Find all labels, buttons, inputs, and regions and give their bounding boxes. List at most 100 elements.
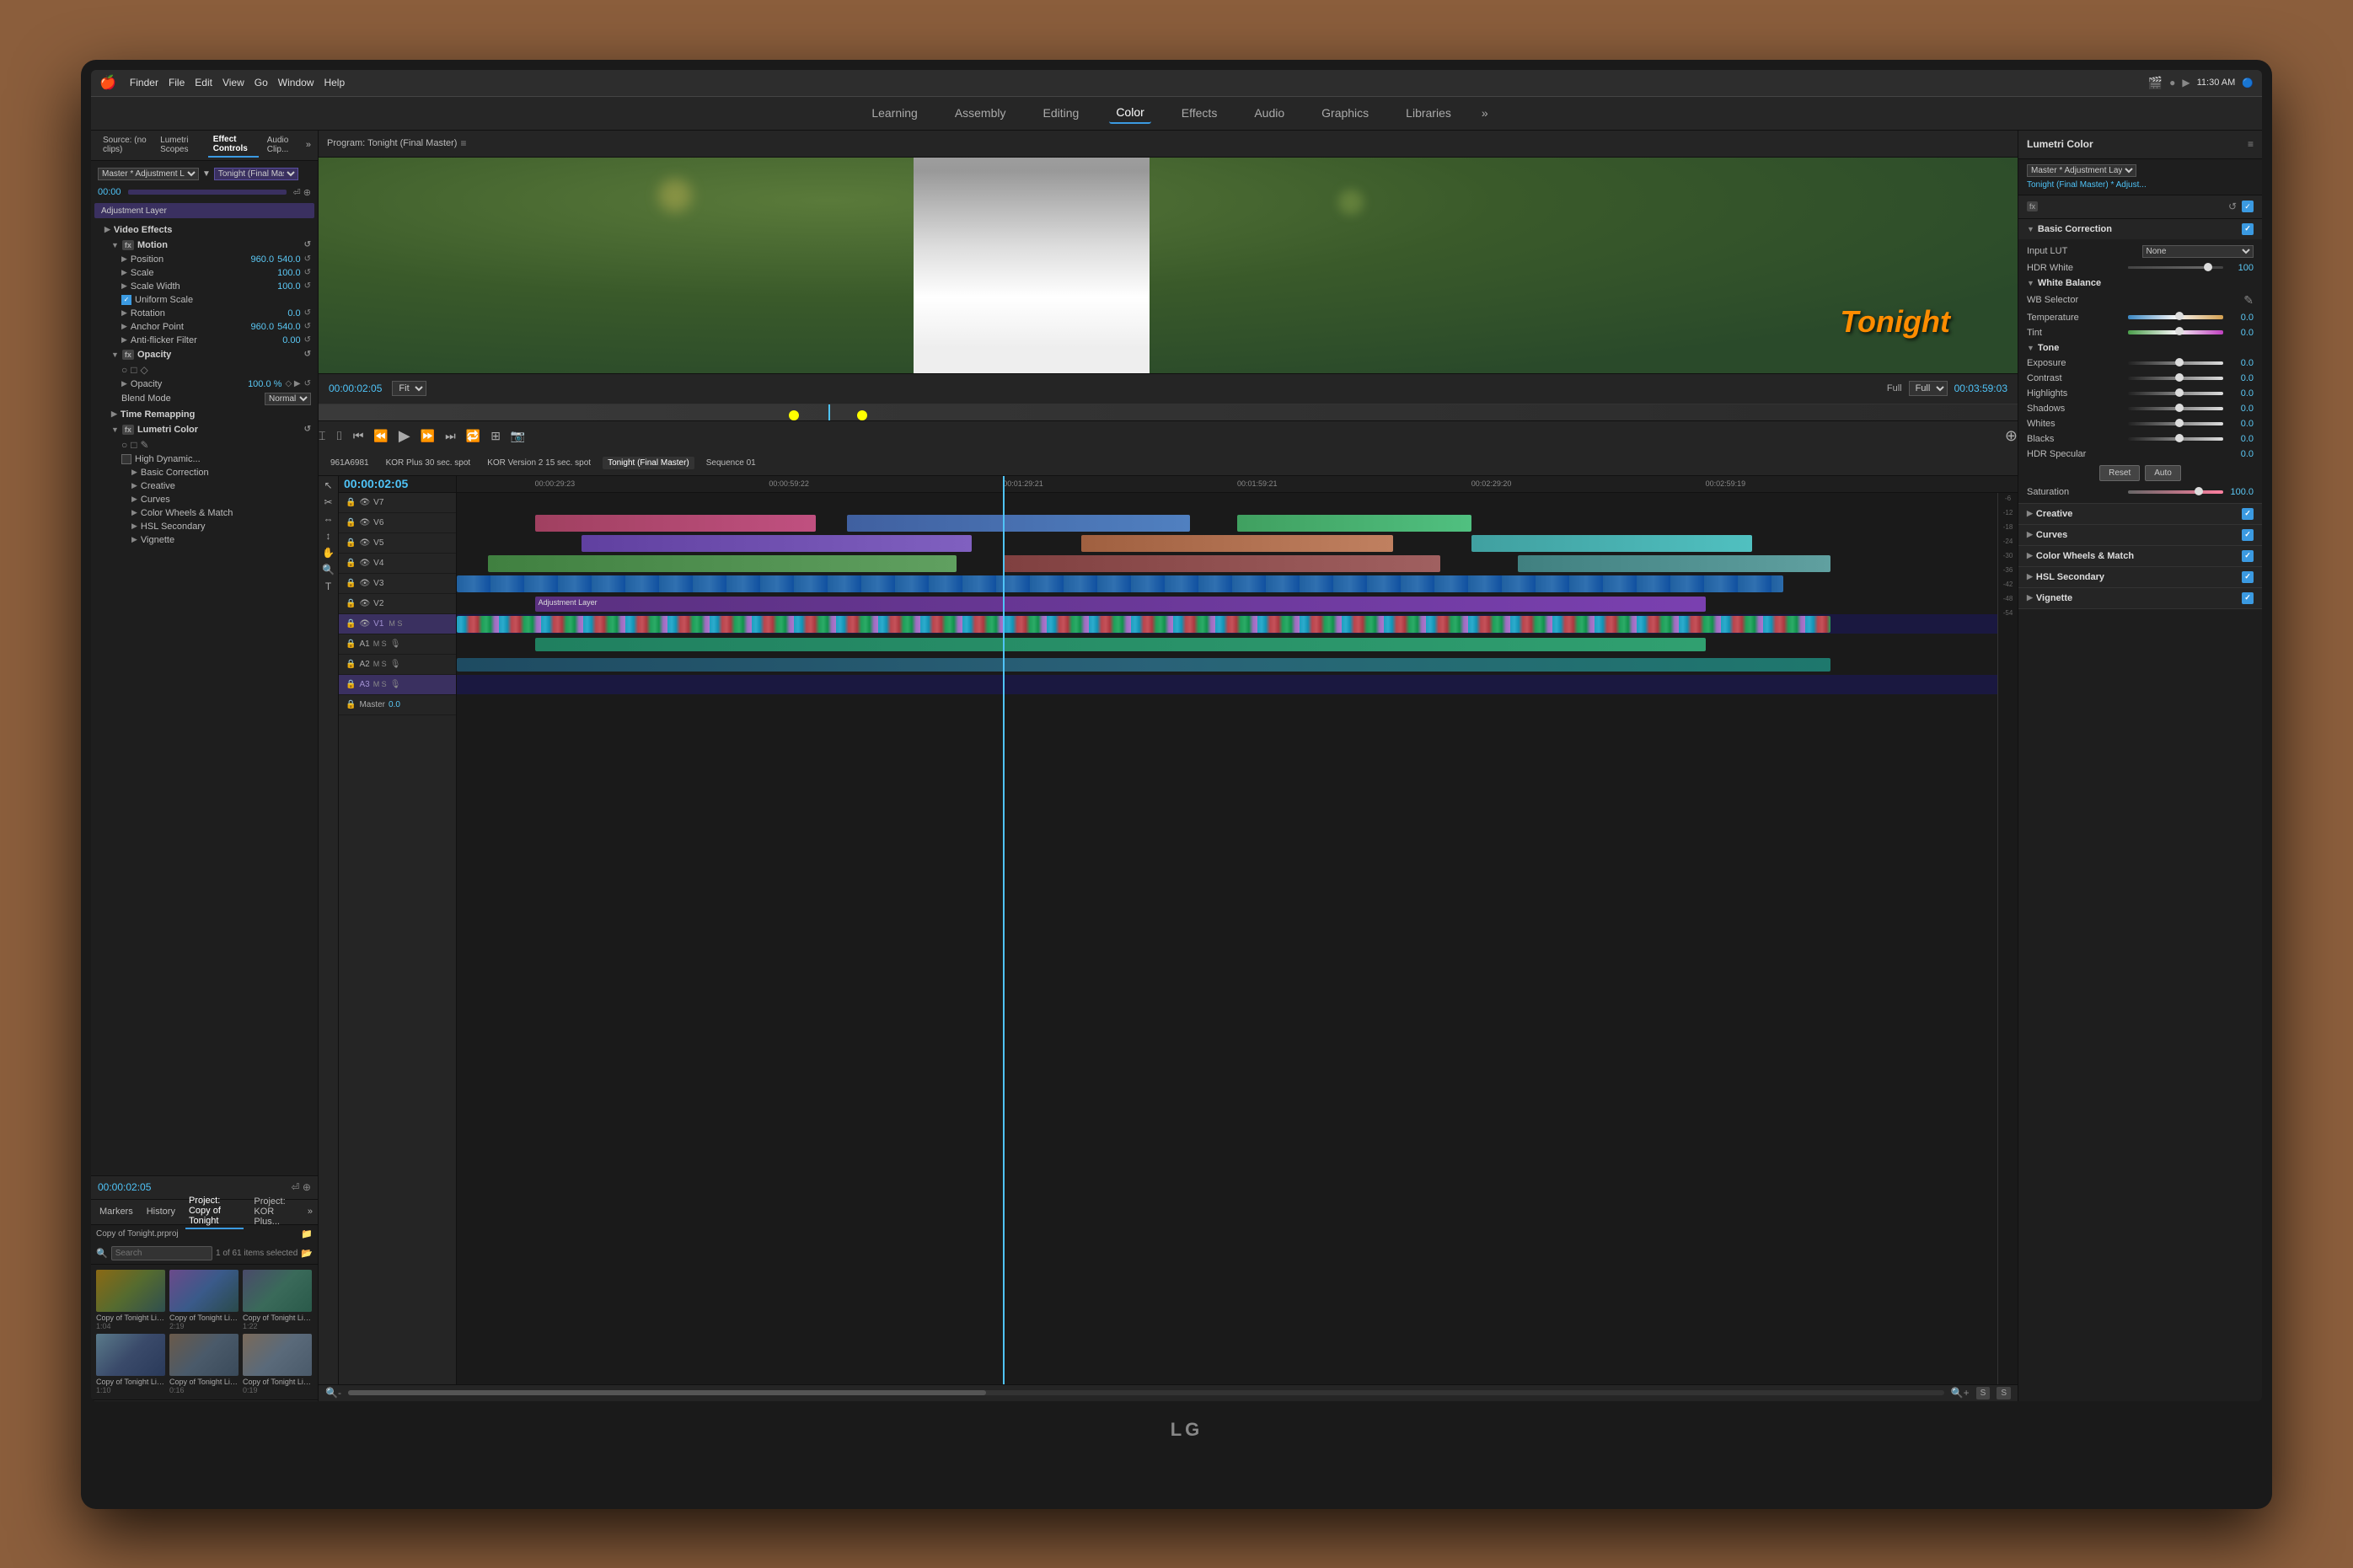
tl-eye-v2[interactable]: 👁 bbox=[359, 599, 370, 608]
lumetri-curves-header[interactable]: ▶ Curves ✓ bbox=[2018, 525, 2262, 545]
ec-keyframe-icon[interactable]: ◇ ▶ bbox=[285, 379, 300, 388]
tl-eye-v3[interactable]: 👁 bbox=[359, 579, 370, 588]
lumetri-bc-header[interactable]: ▼ Basic Correction ✓ bbox=[2018, 219, 2262, 239]
tab-project-kor[interactable]: Project: KOR Plus... bbox=[250, 1195, 301, 1228]
tab-markers[interactable]: Markers bbox=[96, 1205, 137, 1218]
tl-clip-al-v2[interactable]: Adjustment Layer bbox=[535, 597, 1706, 612]
lumetri-wb-header[interactable]: ▼ White Balance bbox=[2018, 276, 2262, 291]
pm-quality-select[interactable]: Full bbox=[1909, 381, 1948, 396]
tl-eye-v1[interactable]: 👁 bbox=[359, 619, 370, 629]
media-item-2[interactable]: Copy of Tonight Linked... 2:19 bbox=[169, 1270, 239, 1330]
media-folder-icon[interactable]: 📂 bbox=[301, 1248, 313, 1259]
ec-master-dropdown[interactable]: Master * Adjustment La... bbox=[98, 168, 199, 180]
ec-hsl-secondary-row[interactable]: ▶ HSL Secondary bbox=[121, 520, 311, 533]
lumetri-vignette-checkbox[interactable]: ✓ bbox=[2242, 592, 2254, 604]
tl-tool-zoom[interactable]: 🔍 bbox=[322, 564, 335, 575]
tl-track-v5[interactable] bbox=[457, 533, 2018, 554]
tab-project-copy[interactable]: Project: Copy of Tonight bbox=[185, 1194, 244, 1229]
lumetri-contrast-slider[interactable] bbox=[2128, 377, 2224, 380]
tl-clip-v5-1[interactable] bbox=[582, 535, 972, 552]
tl-track-v1[interactable] bbox=[457, 614, 2018, 634]
ec-creative-row[interactable]: ▶ Creative bbox=[121, 479, 311, 493]
tl-clip-v4-1[interactable] bbox=[488, 555, 957, 572]
tl-tool-slip[interactable]: ⇔ bbox=[324, 513, 334, 525]
lumetri-blacks-slider[interactable] bbox=[2128, 437, 2224, 441]
tl-clip-v3-1[interactable] bbox=[457, 575, 1783, 592]
tab-effects[interactable]: Effects bbox=[1175, 103, 1225, 123]
tl-clip-v6-1[interactable] bbox=[535, 515, 816, 532]
tl-track-a1[interactable] bbox=[457, 634, 2018, 655]
tl-track-a3[interactable] bbox=[457, 675, 2018, 695]
tab-effect-controls[interactable]: Effect Controls bbox=[208, 132, 259, 158]
tl-eye-v4[interactable]: 👁 bbox=[359, 559, 370, 568]
media-item-5[interactable]: Copy of Tonight Linked... 0:16 bbox=[169, 1334, 239, 1394]
lumetri-enable-icon[interactable]: ↺ bbox=[2228, 201, 2237, 212]
ec-high-dynamic-checkbox[interactable] bbox=[121, 454, 131, 464]
ec-position-x[interactable]: 960.0 bbox=[251, 254, 275, 265]
menubar-window[interactable]: Window bbox=[278, 77, 314, 88]
tl-track-v7[interactable] bbox=[457, 493, 2018, 513]
tab-history[interactable]: History bbox=[143, 1205, 179, 1218]
lumetri-cw-checkbox[interactable]: ✓ bbox=[2242, 550, 2254, 562]
tl-eye-v6[interactable]: 👁 bbox=[359, 518, 370, 527]
tl-clip-v4-2[interactable] bbox=[1003, 555, 1440, 572]
panel-more-icon[interactable]: » bbox=[306, 140, 311, 150]
ec-basic-correction-row[interactable]: ▶ Basic Correction bbox=[121, 466, 311, 479]
workspace-more-icon[interactable]: » bbox=[1482, 106, 1488, 120]
tl-zoom-in-icon[interactable]: 🔍+ bbox=[1951, 1387, 1970, 1399]
tab-graphics[interactable]: Graphics bbox=[1315, 103, 1375, 123]
tl-snap-button[interactable]: S bbox=[1976, 1387, 1991, 1399]
lumetri-whites-slider[interactable] bbox=[2128, 422, 2224, 425]
tl-clip-a2[interactable] bbox=[457, 658, 1830, 672]
pm-scrub-bar[interactable] bbox=[319, 404, 2018, 420]
menubar-edit[interactable]: Edit bbox=[195, 77, 212, 88]
lumetri-shadows-slider[interactable] bbox=[2128, 407, 2224, 410]
tab-more-icon[interactable]: » bbox=[308, 1207, 313, 1217]
tab-audio[interactable]: Audio bbox=[1247, 103, 1291, 123]
media-item-4[interactable]: Copy of Tonight Linked... 1:10 bbox=[96, 1334, 166, 1394]
pm-timecode-out[interactable]: 00:03:59:03 bbox=[1954, 383, 2007, 394]
lumetri-saturation-slider[interactable] bbox=[2128, 490, 2224, 494]
tl-track-a2[interactable] bbox=[457, 655, 2018, 675]
ec-video-effects-header[interactable]: ▶ Video Effects bbox=[105, 222, 311, 238]
tl-track-v3[interactable] bbox=[457, 574, 2018, 594]
lumetri-hdr-white-slider[interactable] bbox=[2128, 266, 2224, 269]
tl-tool-track[interactable]: ↕ bbox=[326, 530, 331, 542]
ec-motion-header[interactable]: ▼ fx Motion ↺ bbox=[111, 238, 311, 253]
ec-blend-mode-select[interactable]: Normal bbox=[265, 393, 311, 405]
lumetri-wb-eyedropper-icon[interactable]: ✎ bbox=[2243, 293, 2254, 308]
tl-clip-v4-3[interactable] bbox=[1518, 555, 1830, 572]
tl-tab-kor30[interactable]: KOR Plus 30 sec. spot bbox=[381, 457, 476, 469]
pm-fit-select[interactable]: Fit bbox=[392, 381, 426, 396]
ec-opacity-pct[interactable]: 100.0 % bbox=[248, 379, 281, 389]
ec-opacity-reset-icon[interactable]: ↺ bbox=[304, 350, 311, 359]
menubar-file[interactable]: File bbox=[169, 77, 185, 88]
tl-clip-v6-3[interactable] bbox=[1237, 515, 1471, 532]
tl-tool-select[interactable]: ↖ bbox=[324, 479, 332, 491]
pm-export-frame[interactable]: 📷 bbox=[511, 429, 525, 443]
lumetri-input-lut-select[interactable]: None bbox=[2142, 245, 2254, 258]
ec-position-y[interactable]: 540.0 bbox=[277, 254, 301, 265]
tl-tab-seq[interactable]: Sequence 01 bbox=[701, 457, 761, 469]
media-item-3[interactable]: Copy of Tonight Linked... 1:22 bbox=[243, 1270, 313, 1330]
ec-lumetri-header[interactable]: ▼ fx Lumetri Color ↺ bbox=[111, 422, 311, 437]
tl-clip-v5-2[interactable] bbox=[1081, 535, 1393, 552]
lumetri-creative-header[interactable]: ▶ Creative ✓ bbox=[2018, 504, 2262, 524]
media-search-input[interactable] bbox=[111, 1246, 212, 1260]
pm-timecode-in[interactable]: 00:00:02:05 bbox=[329, 383, 382, 394]
tl-lock-v4[interactable]: 🔒 bbox=[346, 559, 356, 568]
lumetri-tone-header[interactable]: ▼ Tone bbox=[2018, 340, 2262, 356]
tl-tool-hand[interactable]: ✋ bbox=[322, 547, 335, 559]
lumetri-master-dropdown[interactable]: Master * Adjustment Layer bbox=[2027, 164, 2136, 177]
ec-vignette-row[interactable]: ▶ Vignette bbox=[121, 533, 311, 547]
ec-antiflicker-value[interactable]: 0.00 bbox=[282, 335, 300, 345]
tl-track-v2[interactable]: Adjustment Layer bbox=[457, 594, 2018, 614]
tl-lock-v3[interactable]: 🔒 bbox=[346, 579, 356, 588]
pm-go-out[interactable]: ⏭ bbox=[445, 429, 456, 443]
lumetri-enable-checkbox[interactable]: ✓ bbox=[2242, 201, 2254, 212]
ec-opacity-header[interactable]: ▼ fx Opacity ↺ bbox=[111, 347, 311, 362]
tl-lock-v6[interactable]: 🔒 bbox=[346, 518, 356, 527]
tl-eye-v5[interactable]: 👁 bbox=[359, 538, 370, 548]
tab-lumetri-scopes[interactable]: Lumetri Scopes bbox=[155, 133, 205, 157]
tab-color[interactable]: Color bbox=[1109, 102, 1150, 124]
